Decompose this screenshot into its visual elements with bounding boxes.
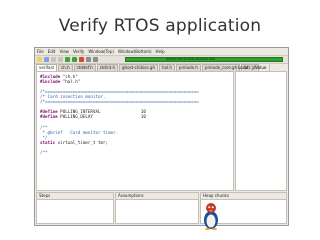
tab-stdint-h[interactable]: stdint.h bbox=[96, 64, 118, 71]
menu-help[interactable]: Help bbox=[156, 49, 165, 54]
mascot-icon bbox=[204, 203, 218, 230]
verifast-window: File Edit View Verify Window(Top) Window… bbox=[34, 47, 289, 226]
redo-icon[interactable] bbox=[58, 57, 63, 62]
stop-icon[interactable] bbox=[79, 57, 84, 62]
progress-text: ahaha ahhk ahb akakak ahk bbox=[166, 57, 216, 61]
code-line: #define POLLING_DELAY 10 bbox=[40, 114, 146, 119]
tab-verifast[interactable]: verifast bbox=[36, 64, 58, 71]
code-line: * @brief Card monitor timer. bbox=[40, 130, 119, 135]
menu-file[interactable]: File bbox=[37, 49, 44, 54]
toolbar: ahaha ahhk ahb akakak ahk bbox=[35, 56, 288, 64]
locals-panel[interactable] bbox=[235, 71, 287, 191]
step-icon[interactable] bbox=[86, 57, 91, 62]
code-line: static virtual_timer_t tmr; bbox=[40, 140, 109, 145]
assumptions-header: Assumptions bbox=[116, 193, 198, 200]
steps-panel[interactable]: Steps bbox=[36, 192, 114, 224]
open-file-icon[interactable] bbox=[37, 57, 42, 62]
code-line: #include "hal.h" bbox=[40, 79, 81, 84]
locals-header: Local Value bbox=[235, 64, 288, 71]
tab-stddef-h[interactable]: stddef.h bbox=[73, 64, 96, 71]
locals-col-value[interactable]: Value bbox=[252, 64, 271, 71]
tab-ghost-chibios-gh[interactable]: ghost-chibios.gh bbox=[119, 64, 158, 71]
verify-icon[interactable] bbox=[65, 57, 70, 62]
menu-verify[interactable]: Verify bbox=[73, 49, 84, 54]
run-icon[interactable] bbox=[72, 57, 77, 62]
tab-hal-h[interactable]: hal.h bbox=[159, 64, 175, 71]
steps-header: Steps bbox=[37, 193, 113, 200]
code-line: /** bbox=[40, 150, 48, 155]
menubar: File Edit View Verify Window(Top) Window… bbox=[35, 48, 288, 56]
undo-icon[interactable] bbox=[51, 57, 56, 62]
settings-icon[interactable] bbox=[93, 57, 98, 62]
menu-edit[interactable]: Edit bbox=[48, 49, 56, 54]
tab-ch-h[interactable]: ch.h bbox=[58, 64, 73, 71]
save-icon[interactable] bbox=[44, 57, 49, 62]
menu-window-bottom[interactable]: Window(Bottom) bbox=[118, 49, 152, 54]
verification-progress-bar: ahaha ahhk ahb akakak ahk bbox=[125, 57, 283, 62]
menu-view[interactable]: View bbox=[59, 49, 69, 54]
menu-window-top[interactable]: Window(Top) bbox=[88, 49, 114, 54]
code-editor[interactable]: #include "ch.h" #include "hal.h" /*=====… bbox=[36, 71, 234, 191]
tab-prelude-h[interactable]: prelude.h bbox=[175, 64, 201, 71]
code-line: /*======================================… bbox=[40, 99, 199, 104]
slide-title: Verify RTOS application bbox=[58, 16, 262, 36]
heap-chunks-header: Heap chunks bbox=[201, 193, 286, 200]
locals-col-local[interactable]: Local bbox=[235, 64, 253, 71]
assumptions-panel[interactable]: Assumptions bbox=[115, 192, 199, 224]
